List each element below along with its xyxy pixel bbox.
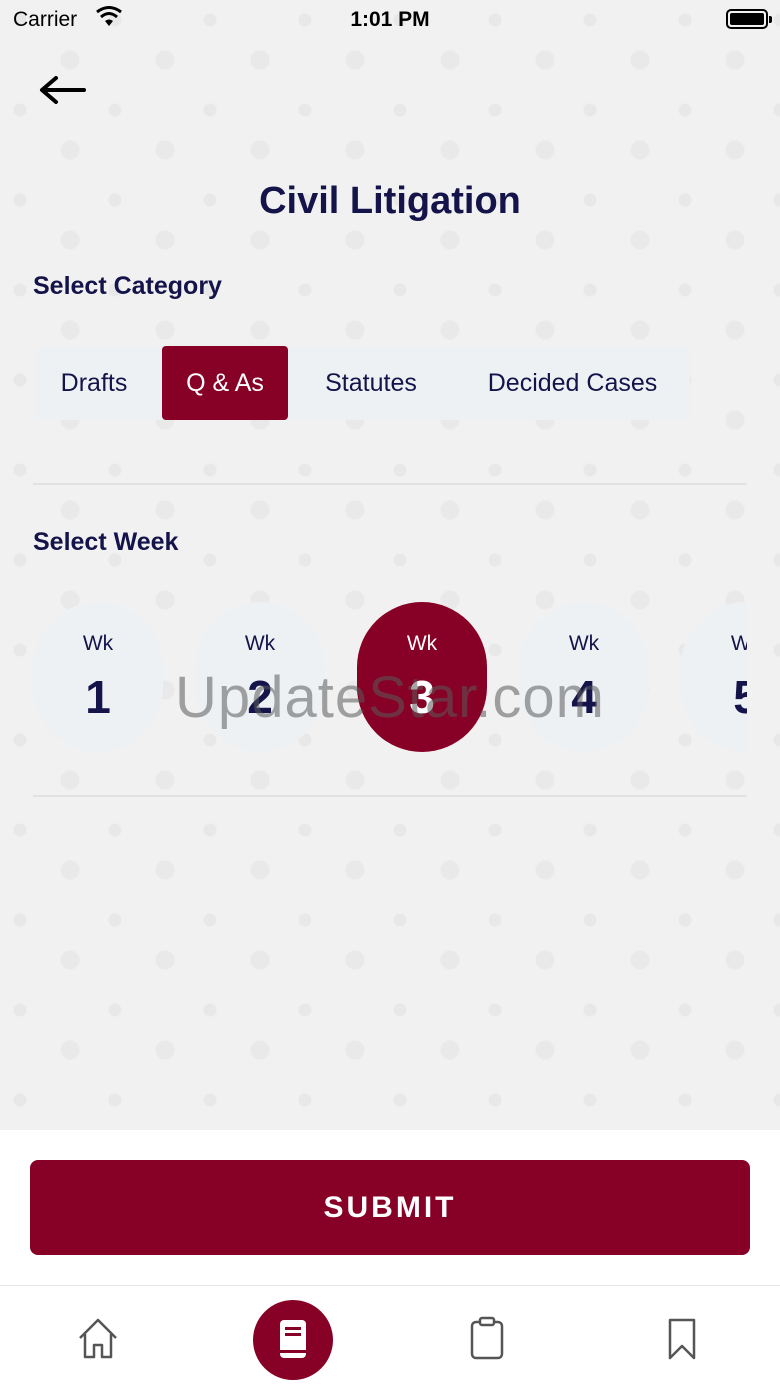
divider [33, 483, 747, 485]
tab-drafts[interactable]: Drafts [35, 346, 153, 420]
select-category-label: Select Category [33, 272, 222, 300]
back-button[interactable] [36, 70, 92, 110]
week-prefix: Wk [82, 632, 114, 655]
week-number: 1 [85, 671, 111, 723]
bookmark-icon [668, 1318, 696, 1360]
week-item-4[interactable]: Wk 4 [519, 602, 649, 752]
clipboard-icon [470, 1316, 504, 1360]
divider [33, 795, 747, 797]
arrow-left-icon [40, 76, 86, 104]
page-title: Civil Litigation [259, 180, 521, 222]
battery-icon [726, 9, 772, 29]
status-bar: Carrier 1:01 PM [0, 0, 780, 40]
tab-bar-divider [0, 1285, 780, 1286]
tab-book[interactable] [253, 1300, 333, 1380]
tab-statutes[interactable]: Statutes [298, 346, 444, 420]
week-selector: Wk 1 Wk 2 Wk 3 Wk 4 Wk 5 [33, 600, 747, 756]
category-tabs: Drafts Q & As Statutes Decided Cases [35, 346, 690, 420]
week-item-1[interactable]: Wk 1 [33, 602, 163, 752]
week-prefix: Wk [568, 632, 600, 655]
week-item-5[interactable]: Wk 5 [681, 602, 747, 752]
week-number: 5 [733, 671, 747, 723]
tab-clipboard[interactable] [447, 1300, 527, 1380]
background-pattern [0, 0, 780, 1130]
week-number: 3 [409, 671, 435, 723]
week-number: 4 [571, 671, 597, 723]
select-week-label: Select Week [33, 528, 179, 556]
tab-home[interactable] [58, 1300, 138, 1380]
book-icon [280, 1320, 306, 1358]
week-item-2[interactable]: Wk 2 [195, 602, 325, 752]
tab-q-and-as[interactable]: Q & As [162, 346, 288, 420]
status-time: 1:01 PM [350, 8, 430, 31]
week-prefix: Wk [730, 632, 747, 655]
home-icon [79, 1318, 117, 1359]
week-number: 2 [247, 671, 273, 723]
week-item-3[interactable]: Wk 3 [357, 602, 487, 752]
tab-bookmark[interactable] [642, 1300, 722, 1380]
week-prefix: Wk [406, 632, 438, 655]
week-prefix: Wk [244, 632, 276, 655]
tab-decided-cases[interactable]: Decided Cases [455, 346, 690, 420]
submit-button[interactable]: SUBMIT [30, 1160, 750, 1255]
